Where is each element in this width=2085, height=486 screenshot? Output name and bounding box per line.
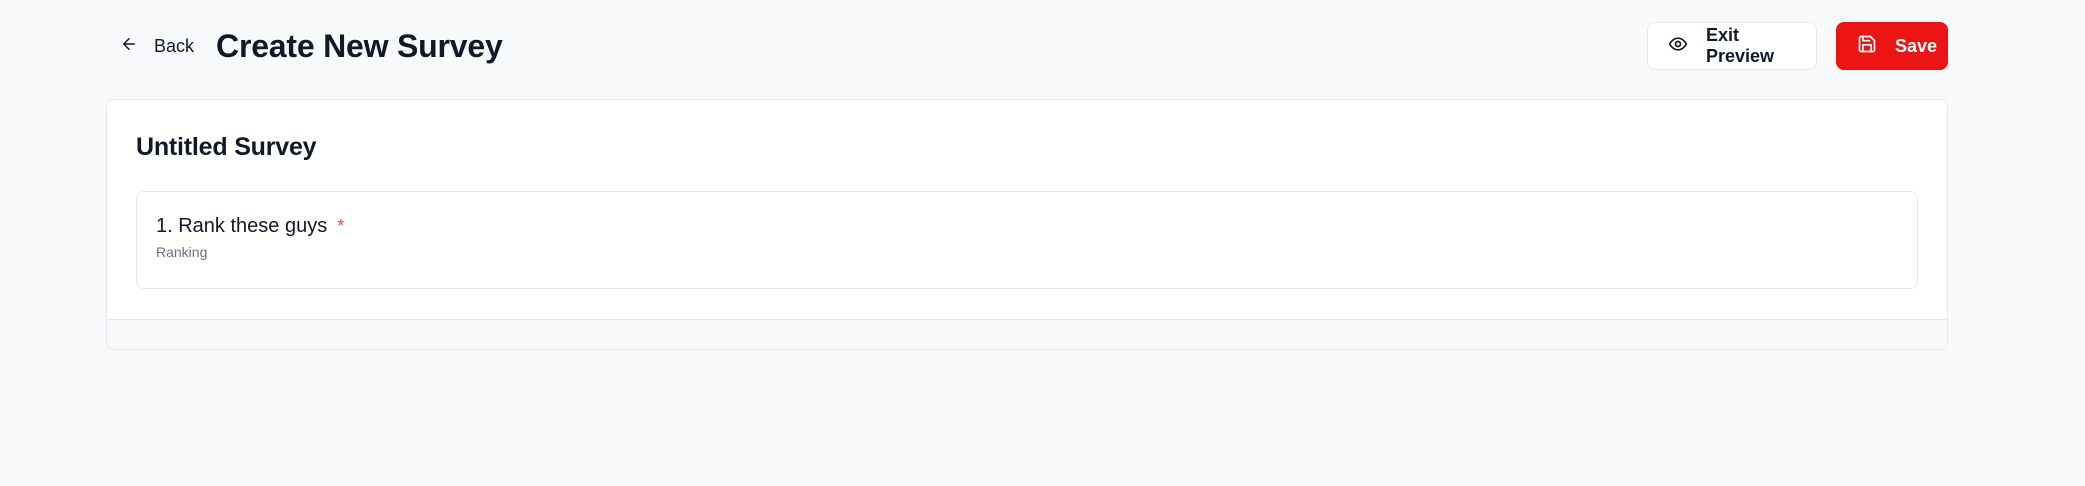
question-card: 1. Rank these guys * Ranking	[136, 191, 1918, 289]
question-title-row: 1. Rank these guys *	[156, 215, 344, 238]
page-header: Back Create New Survey Exit Preview Save	[106, 21, 1948, 71]
eye-icon	[1668, 34, 1688, 59]
back-button[interactable]: Back	[106, 21, 208, 71]
question-title: 1. Rank these guys	[156, 215, 328, 237]
exit-preview-button[interactable]: Exit Preview	[1647, 22, 1817, 70]
back-label: Back	[154, 35, 195, 56]
save-icon	[1857, 34, 1877, 59]
header-actions: Exit Preview Save	[1647, 22, 1948, 70]
survey-title: Untitled Survey	[136, 133, 317, 161]
save-button[interactable]: Save	[1836, 22, 1948, 70]
required-marker: *	[337, 216, 345, 236]
page-title: Create New Survey	[216, 27, 503, 64]
header-left: Back Create New Survey	[106, 21, 503, 71]
exit-preview-label: Exit Preview	[1706, 25, 1775, 66]
question-type: Ranking	[156, 244, 208, 260]
arrow-left-icon	[120, 35, 138, 58]
save-label: Save	[1895, 35, 1938, 56]
survey-preview-card: Untitled Survey 1. Rank these guys * Ran…	[106, 99, 1948, 350]
card-footer	[107, 319, 1947, 349]
